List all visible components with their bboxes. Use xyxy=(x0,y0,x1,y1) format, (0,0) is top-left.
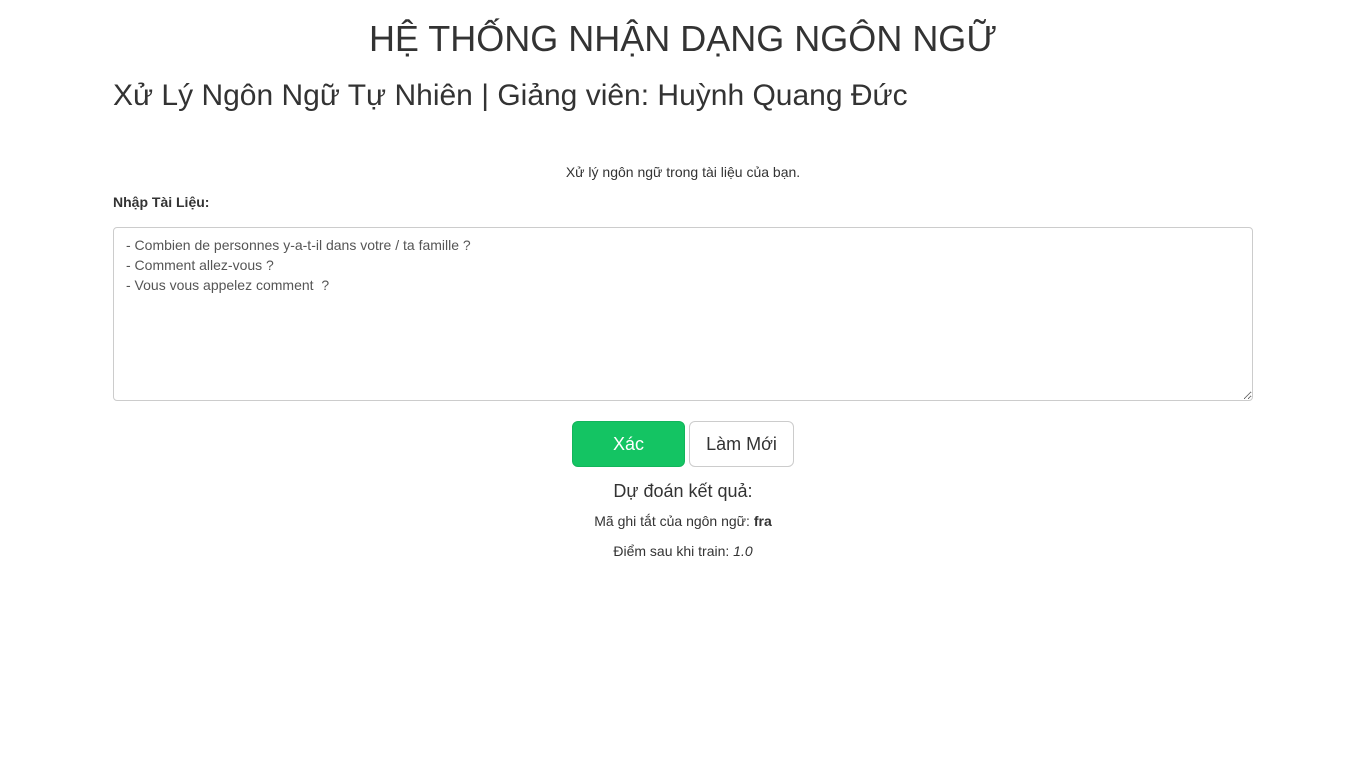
result-heading: Dự đoán kết quả: xyxy=(613,481,753,501)
intro-text: Xử lý ngôn ngữ trong tài liệu của bạn. xyxy=(565,164,801,180)
language-code-value: fra xyxy=(753,513,772,529)
page: HỆ THỐNG NHẬN DẠNG NGÔN NGỮ Xử Lý Ngôn N… xyxy=(0,0,1366,768)
page-title: HỆ THỐNG NHẬN DẠNG NGÔN NGỮ xyxy=(368,18,998,59)
document-input[interactable]: - Combien de personnes y-a-t-il dans vot… xyxy=(113,227,1253,401)
score-value: 1.0 xyxy=(733,543,753,559)
language-code-label: Mã ghi tắt của ngôn ngữ: xyxy=(594,513,754,529)
button-row: Xác Nhận Làm Mới xyxy=(0,421,1366,498)
reset-button[interactable]: Làm Mới xyxy=(689,421,794,467)
score-line: Điểm sau khi train: 1.0 xyxy=(0,542,1366,560)
document-label: Nhập Tài Liệu: xyxy=(113,194,210,210)
confirm-button[interactable]: Xác Nhận xyxy=(572,421,685,498)
language-code-line: Mã ghi tắt của ngôn ngữ: fra xyxy=(0,512,1366,530)
page-subtitle: Xử Lý Ngôn Ngữ Tự Nhiên | Giảng viên: Hu… xyxy=(113,79,908,112)
score-label: Điểm sau khi train: xyxy=(613,543,734,559)
